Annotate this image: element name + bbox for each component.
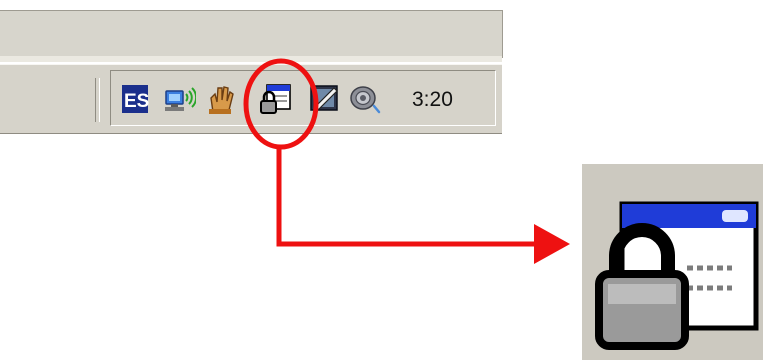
arrow-head (534, 224, 570, 264)
lock-window-icon[interactable] (258, 82, 292, 116)
es-icon-label: ES (124, 91, 149, 112)
network-wireless-icon[interactable] (162, 82, 196, 116)
zoom-panel (582, 164, 763, 360)
connector-line (276, 146, 555, 247)
window-strip-shadow (0, 56, 502, 62)
hand-sharing-icon[interactable] (205, 82, 239, 116)
es-app-icon[interactable]: ES (120, 82, 154, 116)
lock-window-icon-enlarged (595, 201, 759, 350)
display-pen-icon[interactable] (308, 82, 342, 116)
taskbar-divider (95, 78, 100, 122)
speaker-volume-icon[interactable] (348, 82, 382, 116)
window-strip (0, 10, 503, 58)
taskbar-clock[interactable]: 3:20 (412, 88, 482, 112)
